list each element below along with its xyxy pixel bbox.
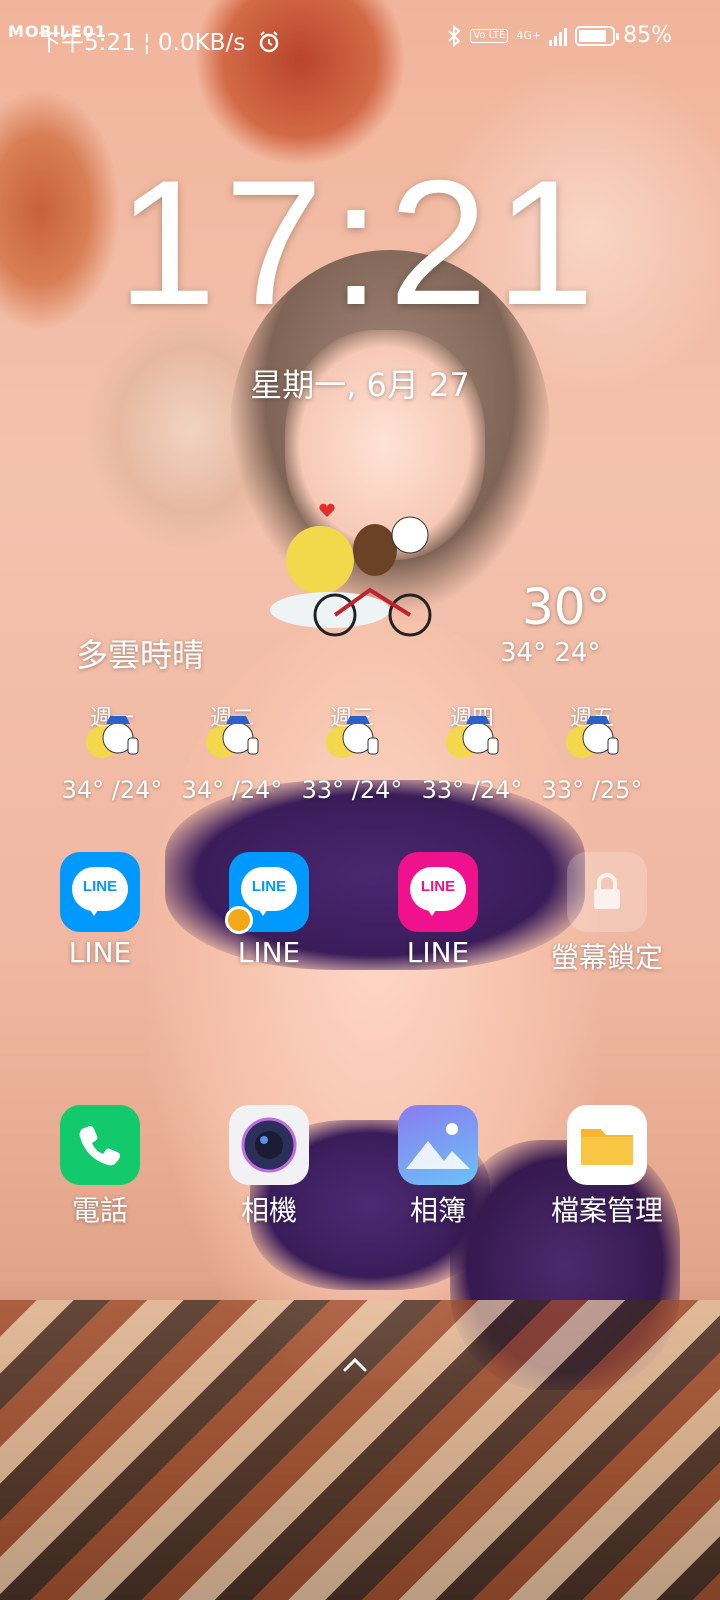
folder-icon bbox=[567, 1105, 647, 1185]
app-label: LINE bbox=[237, 936, 301, 969]
app-screen-lock[interactable]: 螢幕鎖定 bbox=[532, 852, 682, 976]
forecast-day[interactable]: 週五 33° /25° bbox=[532, 700, 652, 804]
app-line[interactable]: LINE LINE bbox=[25, 852, 175, 969]
app-camera[interactable]: 相機 bbox=[194, 1105, 344, 1229]
forecast-day[interactable]: 週二 34° /24° bbox=[172, 700, 292, 804]
app-label: LINE bbox=[406, 936, 470, 969]
weather-condition[interactable]: 多雲時晴 bbox=[76, 630, 204, 676]
bluetooth-icon bbox=[448, 24, 461, 47]
app-label: 相機 bbox=[240, 1194, 297, 1227]
network-type: 4G+ bbox=[516, 28, 542, 42]
forecast-range: 33° /25° bbox=[541, 776, 643, 804]
lockscreen-clock[interactable]: 17:21 bbox=[0, 140, 720, 345]
signal-icon bbox=[549, 26, 568, 46]
lock-icon bbox=[567, 852, 647, 932]
app-line-pink[interactable]: LINE LINE bbox=[363, 852, 513, 969]
forecast-range: 34° /24° bbox=[61, 776, 163, 804]
lockscreen-date[interactable]: 星期一, 6月 27 bbox=[0, 360, 720, 406]
forecast-day[interactable]: 週四 33° /24° bbox=[412, 700, 532, 804]
chevron-up-icon[interactable] bbox=[340, 1350, 370, 1380]
volte-icon: Vo LTE bbox=[470, 28, 509, 43]
forecast-day[interactable]: 週一 34° /24° bbox=[52, 700, 172, 804]
sunny-sticker-icon bbox=[446, 716, 499, 758]
weather-temperature[interactable]: 30° bbox=[522, 578, 611, 636]
phone-icon bbox=[60, 1105, 140, 1185]
line-app-icon: LINE bbox=[398, 852, 478, 932]
app-label: LINE bbox=[68, 936, 132, 969]
forecast-range: 33° /24° bbox=[301, 776, 403, 804]
battery-percent: 85% bbox=[623, 23, 672, 48]
app-label: 電話 bbox=[71, 1194, 128, 1227]
app-gallery[interactable]: 相簿 bbox=[363, 1105, 513, 1229]
battery-fill bbox=[579, 29, 607, 42]
app-phone[interactable]: 電話 bbox=[25, 1105, 175, 1229]
line-app-icon: LINE bbox=[225, 852, 309, 934]
wallpaper-table bbox=[0, 1300, 720, 1600]
app-label: 螢幕鎖定 bbox=[550, 941, 663, 974]
forecast-range: 34° /24° bbox=[181, 776, 283, 804]
app-label: 相簿 bbox=[409, 1194, 466, 1227]
sunny-sticker-icon bbox=[86, 716, 139, 758]
app-file-manager[interactable]: 檔案管理 bbox=[532, 1105, 682, 1229]
weather-sticker-icon[interactable] bbox=[260, 490, 460, 650]
app-line-clone[interactable]: LINE LINE bbox=[194, 852, 344, 969]
forecast-range: 33° /24° bbox=[421, 776, 523, 804]
status-time-speed: 下午5:21 ¦ 0.0KB/s bbox=[38, 30, 246, 56]
weather-forecast[interactable]: 週一 34° /24° 週二 34° /24° 週三 33° /24° 週四 3… bbox=[52, 700, 692, 810]
sunny-sticker-icon bbox=[326, 716, 379, 758]
sunny-sticker-icon bbox=[206, 716, 259, 758]
alarm-icon bbox=[259, 31, 278, 53]
app-twin-badge-icon bbox=[225, 906, 253, 934]
status-right: Vo LTE 4G+ 85% bbox=[446, 23, 672, 48]
gallery-icon bbox=[398, 1105, 478, 1185]
line-app-icon: LINE bbox=[60, 852, 140, 932]
sunny-sticker-icon bbox=[566, 716, 619, 758]
status-left: 下午5:21 ¦ 0.0KB/s bbox=[38, 23, 281, 57]
status-bar: MOBILE01 下午5:21 ¦ 0.0KB/s Vo LTE 4G+ 85% bbox=[0, 18, 720, 58]
forecast-day[interactable]: 週三 33° /24° bbox=[292, 700, 412, 804]
weather-range[interactable]: 34° 24° bbox=[500, 638, 600, 668]
camera-icon bbox=[229, 1105, 309, 1185]
battery-icon bbox=[575, 25, 620, 46]
app-label: 檔案管理 bbox=[550, 1194, 663, 1227]
